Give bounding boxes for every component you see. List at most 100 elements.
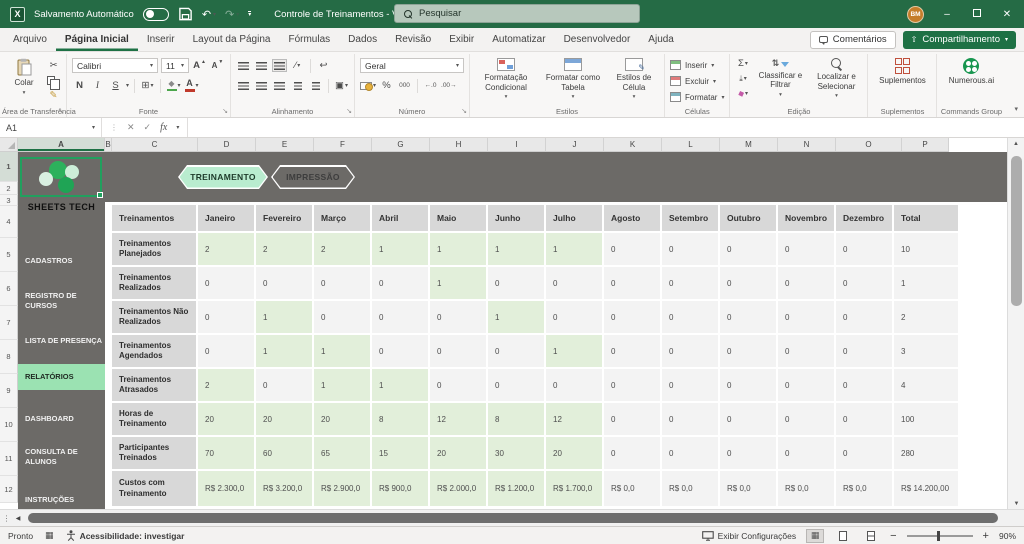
table-cell[interactable]: 20 — [430, 437, 488, 471]
table-row-label-participantes-treinados[interactable]: Participantes Treinados — [112, 437, 198, 471]
underline-button[interactable]: S — [108, 79, 123, 92]
table-cell[interactable]: 60 — [256, 437, 314, 471]
table-cell[interactable]: 0 — [430, 369, 488, 403]
table-cell[interactable]: R$ 0,0 — [836, 471, 894, 508]
normal-view-button[interactable]: ▦ — [806, 529, 824, 543]
insert-function-icon[interactable]: fx — [160, 122, 167, 133]
table-cell[interactable]: 1 — [488, 301, 546, 335]
row-header-12[interactable]: 12 — [0, 476, 18, 503]
undo-button[interactable]: ↶▾ — [202, 8, 216, 21]
decrease-font-icon[interactable]: A▼ — [210, 59, 225, 72]
column-header-e[interactable]: E — [256, 138, 314, 152]
align-bottom-icon[interactable] — [272, 59, 287, 72]
table-cell[interactable]: 0 — [662, 403, 720, 437]
table-cell[interactable]: 4 — [894, 369, 960, 403]
table-cell[interactable]: R$ 1.200,0 — [488, 471, 546, 508]
autosum-icon[interactable]: Σ▾ — [735, 57, 750, 70]
table-cell[interactable]: 0 — [546, 369, 604, 403]
redo-button[interactable]: ↷▾ — [225, 8, 239, 21]
table-cell[interactable]: 0 — [256, 267, 314, 301]
zoom-level[interactable]: 90% — [999, 531, 1016, 541]
formula-input[interactable] — [188, 118, 1024, 137]
ribbon-tab-ajuda[interactable]: Ajuda — [639, 28, 683, 51]
confirm-entry-icon[interactable]: ✓ — [144, 122, 152, 133]
row-header-7[interactable]: 7 — [0, 306, 18, 340]
find-select-button[interactable]: Localizar e Selecionar▾ — [810, 57, 862, 101]
column-header-l[interactable]: L — [662, 138, 720, 152]
table-cell[interactable]: 20 — [546, 437, 604, 471]
cut-icon[interactable]: ✂ — [46, 59, 61, 72]
table-cell[interactable]: R$ 0,0 — [778, 471, 836, 508]
format-cells-button[interactable]: Formatar▾ — [670, 90, 724, 104]
customize-quick-access-icon[interactable]: ▾ — [248, 11, 251, 18]
table-row-label-treinamentos-atrasados[interactable]: Treinamentos Atrasados — [112, 369, 198, 403]
align-top-icon[interactable] — [236, 59, 251, 72]
table-cell[interactable]: 0 — [314, 301, 372, 335]
sidebar-item-registro-de-cursos[interactable]: REGISTRO DE CURSOS — [18, 292, 105, 309]
row-header-3[interactable]: 3 — [0, 195, 18, 206]
row-header-6[interactable]: 6 — [0, 272, 18, 306]
avatar[interactable]: BM — [907, 6, 924, 23]
zoom-in-button[interactable]: + — [983, 530, 989, 542]
scroll-left-icon[interactable]: ◀ — [12, 515, 24, 522]
decrease-decimal-icon[interactable]: .00→ — [441, 79, 457, 92]
table-cell[interactable]: R$ 14.200,00 — [894, 471, 960, 508]
numerous-ai-button[interactable]: Numerous.ai — [942, 57, 1000, 87]
table-cell[interactable]: 0 — [836, 301, 894, 335]
column-header-g[interactable]: G — [372, 138, 430, 152]
table-cell[interactable]: 20 — [256, 403, 314, 437]
table-cell[interactable]: R$ 2.300,0 — [198, 471, 256, 508]
table-cell[interactable]: 1 — [546, 335, 604, 369]
selected-cell-a1[interactable] — [20, 157, 102, 197]
row-header-11[interactable]: 11 — [0, 442, 18, 476]
table-row-label-treinamentos-planejados[interactable]: Treinamentos Planejados — [112, 233, 198, 267]
decrease-indent-icon[interactable] — [290, 79, 305, 92]
table-cell[interactable]: 0 — [720, 369, 778, 403]
table-cell[interactable]: 0 — [778, 369, 836, 403]
align-center-icon[interactable] — [254, 79, 269, 92]
row-header-4[interactable]: 4 — [0, 206, 18, 238]
table-cell[interactable]: 1 — [430, 267, 488, 301]
display-settings-button[interactable]: Exibir Configurações — [702, 531, 796, 541]
table-row-label-treinamentos-nao-realizados[interactable]: Treinamentos Não Realizados — [112, 301, 198, 335]
ribbon-tab-layout-da-pagina[interactable]: Layout da Página — [184, 28, 280, 51]
delete-cells-button[interactable]: Excluir▾ — [670, 74, 724, 88]
ribbon-tab-formulas[interactable]: Fórmulas — [279, 28, 339, 51]
ribbon-tab-exibir[interactable]: Exibir — [440, 28, 483, 51]
column-header-i[interactable]: I — [488, 138, 546, 152]
bold-button[interactable]: N — [72, 79, 87, 92]
table-cell[interactable]: 0 — [836, 403, 894, 437]
table-cell[interactable]: 0 — [372, 267, 430, 301]
table-cell[interactable]: 1 — [314, 335, 372, 369]
percent-icon[interactable]: % — [379, 79, 394, 92]
table-cell[interactable]: 1 — [488, 233, 546, 267]
share-button[interactable]: ⇧ Compartilhamento ▾ — [903, 31, 1016, 49]
table-cell[interactable]: 0 — [372, 335, 430, 369]
table-cell[interactable]: 0 — [778, 267, 836, 301]
sidebar-item-lista-de-presenca[interactable]: LISTA DE PRESENÇA — [18, 332, 105, 349]
increase-decimal-icon[interactable]: ←.0 — [423, 79, 438, 92]
ribbon-tab-revisao[interactable]: Revisão — [386, 28, 440, 51]
table-cell[interactable]: 10 — [894, 233, 960, 267]
sidebar-item-relatorios[interactable]: RELATÓRIOS — [18, 364, 105, 390]
table-cell[interactable]: 0 — [604, 437, 662, 471]
table-cell[interactable]: 0 — [314, 267, 372, 301]
cancel-entry-icon[interactable]: ✕ — [127, 122, 135, 133]
alignment-dialog-launcher[interactable]: ↘ — [346, 107, 352, 115]
increase-font-icon[interactable]: A▲ — [192, 59, 207, 72]
table-cell[interactable]: 1 — [256, 335, 314, 369]
table-cell[interactable]: 0 — [836, 233, 894, 267]
vertical-scrollbar[interactable]: ▲ ▼ — [1007, 138, 1024, 509]
collapse-ribbon-icon[interactable]: ▾ — [1014, 105, 1018, 113]
table-cell[interactable]: 0 — [546, 267, 604, 301]
zoom-out-button[interactable]: − — [890, 530, 896, 542]
table-cell[interactable]: 65 — [314, 437, 372, 471]
row-header-1[interactable]: 1 — [0, 152, 18, 182]
table-cell[interactable]: 0 — [198, 301, 256, 335]
cell-styles-button[interactable]: Estilos de Célula▾ — [609, 57, 659, 102]
table-row-label-horas-de-treinamento[interactable]: Horas de Treinamento — [112, 403, 198, 437]
accessibility-status[interactable]: Acessibilidade: investigar — [66, 530, 185, 541]
table-cell[interactable]: 0 — [720, 233, 778, 267]
save-button[interactable] — [178, 5, 193, 23]
table-cell[interactable]: 0 — [198, 267, 256, 301]
